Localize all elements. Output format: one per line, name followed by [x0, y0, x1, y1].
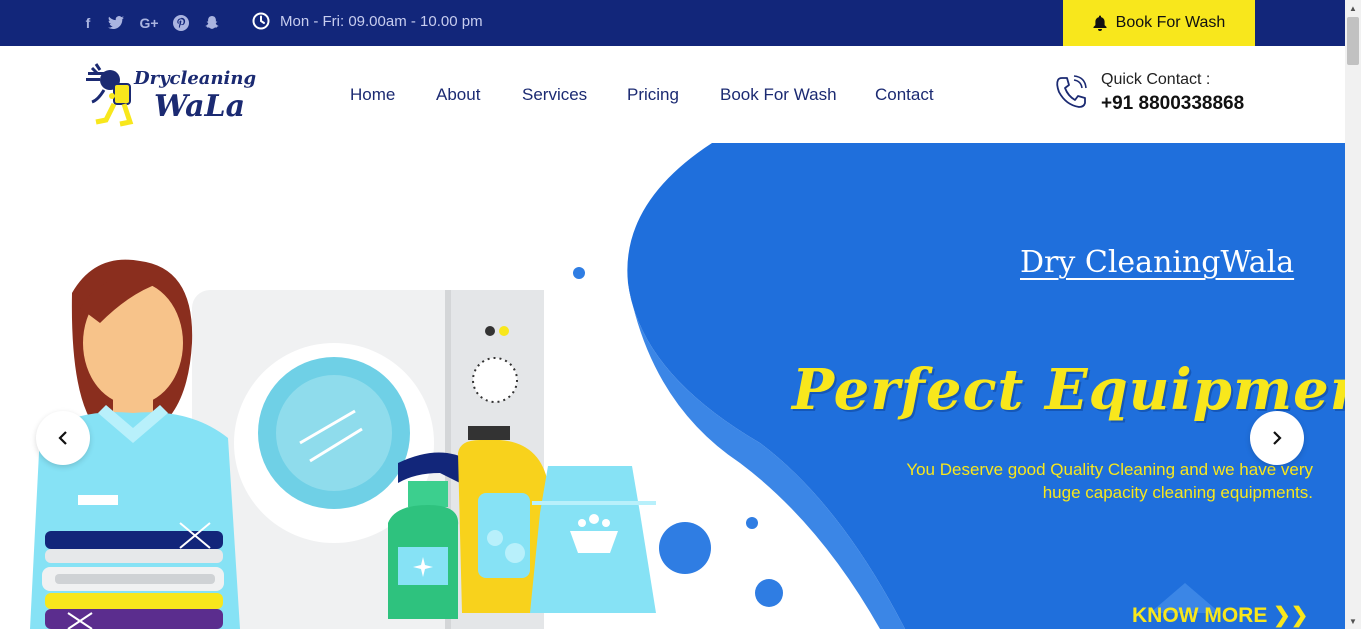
logo-text-bottom: WaLa [154, 89, 245, 124]
nav-home[interactable]: Home [350, 85, 395, 105]
know-more-button[interactable]: KNOW MORE ❯❯ [1132, 603, 1308, 628]
nav-services[interactable]: Services [522, 85, 587, 105]
quick-contact-label: Quick Contact : [1101, 71, 1211, 88]
hero-brand: Dry CleaningWala [1020, 245, 1295, 280]
facebook-icon[interactable]: f [78, 13, 98, 33]
hero-description: You Deserve good Quality Cleaning and we… [906, 460, 1313, 502]
chevron-left-icon [58, 431, 67, 445]
business-hours: Mon - Fri: 09.00am - 10.00 pm [252, 12, 483, 30]
scroll-up-arrow[interactable]: ▲ [1345, 0, 1361, 16]
slider-prev-button[interactable] [36, 411, 90, 465]
top-bar: f G+ Mon - Fri: 09.00am - 10.00 pm Book … [0, 0, 1345, 46]
scroll-thumb[interactable] [1347, 17, 1359, 65]
hero-slider: Dry CleaningWala Perfect Equipment You D… [0, 143, 1345, 629]
hero-title: Perfect Equipment [792, 357, 1345, 423]
twitter-icon[interactable] [106, 13, 126, 33]
snapchat-icon[interactable] [202, 13, 222, 33]
nav-about[interactable]: About [436, 85, 480, 105]
bell-icon [1093, 15, 1107, 31]
page-scrollbar[interactable]: ▲ ▼ [1345, 0, 1361, 629]
business-hours-text: Mon - Fri: 09.00am - 10.00 pm [280, 12, 483, 30]
chevron-right-icon [1273, 431, 1282, 445]
quick-contact-phone[interactable]: +91 8800338868 [1101, 93, 1244, 115]
nav-pricing[interactable]: Pricing [627, 85, 679, 105]
clock-icon [252, 12, 270, 30]
slider-next-button[interactable] [1250, 411, 1304, 465]
main-header: Drycleaning WaLa Home About Services Pri… [0, 46, 1345, 143]
google-plus-icon[interactable]: G+ [138, 13, 160, 33]
book-for-wash-button[interactable]: Book For Wash [1063, 0, 1255, 46]
pinterest-icon[interactable] [171, 13, 191, 33]
site-logo[interactable]: Drycleaning WaLa [84, 60, 259, 130]
logo-text-top: Drycleaning [133, 68, 256, 89]
phone-icon [1056, 75, 1087, 108]
scroll-down-arrow[interactable]: ▼ [1345, 613, 1361, 629]
book-for-wash-label: Book For Wash [1115, 14, 1226, 31]
nav-contact[interactable]: Contact [875, 85, 934, 105]
nav-book-for-wash[interactable]: Book For Wash [720, 85, 837, 105]
